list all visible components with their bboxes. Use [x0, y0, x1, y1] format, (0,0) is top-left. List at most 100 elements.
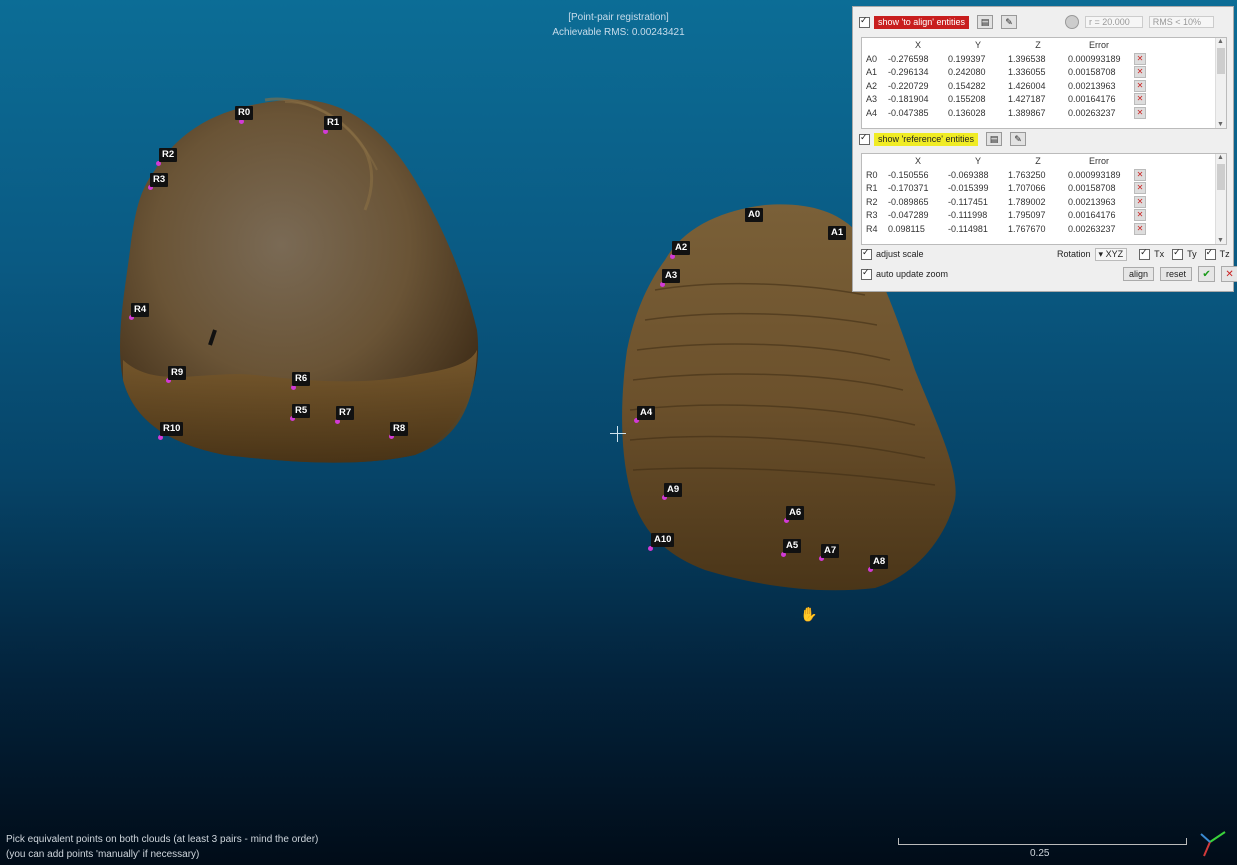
remove-point-icon[interactable]: ✕ — [1134, 168, 1146, 181]
rotation-select[interactable]: ▾ XYZ — [1094, 247, 1128, 261]
adjust-scale-checkbox[interactable] — [861, 247, 872, 260]
point-label-a9[interactable]: A9 — [664, 483, 683, 497]
cell-error: 0.00263237 — [1068, 107, 1116, 118]
cell-z: 1.396538 — [1008, 53, 1046, 64]
col-y: Y — [974, 40, 981, 50]
row-id: R2 — [866, 196, 878, 207]
point-label-r6[interactable]: R6 — [292, 372, 311, 386]
point-label-r9[interactable]: R9 — [168, 366, 187, 380]
point-label-a8[interactable]: A8 — [870, 555, 889, 569]
point-label-a1[interactable]: A1 — [828, 226, 847, 240]
point-label-a2[interactable]: A2 — [672, 241, 691, 255]
scroll-down-icon[interactable]: ▼ — [1217, 121, 1224, 128]
action-buttons: align reset ✔ ✕ — [1123, 266, 1237, 282]
table-row[interactable]: A0 -0.276598 0.199397 1.396538 0.000993189 ✕ — [862, 52, 1226, 66]
point-label-a3[interactable]: A3 — [662, 269, 681, 283]
edit-pencil-icon[interactable]: ✎ — [1010, 132, 1026, 146]
hand-cursor-icon: ✋ — [800, 606, 818, 622]
point-label-a0[interactable]: A0 — [745, 208, 764, 222]
add-cloud-icon[interactable]: ▤ — [986, 132, 1002, 146]
point-label-a6[interactable]: A6 — [786, 506, 805, 520]
table-row[interactable]: R2 -0.089865 -0.117451 1.789002 0.00213963 ✕ — [862, 195, 1226, 209]
reset-button[interactable]: reset — [1160, 267, 1193, 281]
cell-error: 0.00164176 — [1068, 94, 1116, 105]
scroll-up-icon[interactable]: ▲ — [1217, 38, 1224, 45]
cell-error: 0.000993189 — [1068, 169, 1121, 180]
table-row[interactable]: R0 -0.150556 -0.069388 1.763250 0.000993189 ✕ — [862, 168, 1226, 182]
cell-y: 0.199397 — [948, 53, 986, 64]
col-y: Y — [974, 156, 981, 166]
rotation-row: Rotation ▾ XYZ Tx Ty Tz — [1057, 247, 1230, 261]
row-id: A4 — [866, 107, 878, 118]
remove-point-icon[interactable]: ✕ — [1134, 182, 1146, 195]
table-row[interactable]: A2 -0.220729 0.154282 1.426004 0.00213963 ✕ — [862, 79, 1226, 93]
point-label-r3[interactable]: R3 — [150, 173, 169, 187]
cell-z: 1.427187 — [1008, 94, 1046, 105]
cell-x: -0.181904 — [888, 94, 929, 105]
table-row[interactable]: A1 -0.296134 0.242080 1.336055 0.00158708 ✕ — [862, 66, 1226, 80]
point-label-r10[interactable]: R10 — [160, 422, 184, 436]
point-label-a7[interactable]: A7 — [821, 544, 840, 558]
rms-filter-spinbox[interactable]: RMS < 10% — [1148, 16, 1215, 28]
crosshair-cursor-icon — [610, 426, 626, 442]
point-label-r2[interactable]: R2 — [159, 148, 178, 162]
table-row[interactable]: R4 0.098115 -0.114981 1.767670 0.00263237 ✕ — [862, 222, 1226, 236]
auto-update-zoom-label: auto update zoom — [876, 269, 949, 279]
rotation-select-value: XYZ — [1105, 248, 1124, 259]
remove-point-icon[interactable]: ✕ — [1134, 195, 1146, 208]
confirm-check-icon[interactable]: ✔ — [1198, 266, 1216, 282]
remove-point-icon[interactable]: ✕ — [1134, 106, 1146, 119]
point-label-a4[interactable]: A4 — [637, 406, 656, 420]
row-id: R4 — [866, 223, 878, 234]
point-label-r4[interactable]: R4 — [131, 303, 150, 317]
remove-point-icon[interactable]: ✕ — [1134, 52, 1146, 65]
auto-update-zoom-row: auto update zoom — [861, 267, 948, 281]
add-cloud-icon[interactable]: ▤ — [977, 15, 993, 29]
rotation-label: Rotation — [1057, 249, 1091, 259]
point-label-r0[interactable]: R0 — [235, 106, 254, 120]
table-scrollbar[interactable]: ▲ ▼ — [1215, 38, 1226, 128]
remove-point-icon[interactable]: ✕ — [1134, 93, 1146, 106]
ty-checkbox[interactable] — [1172, 247, 1184, 260]
table-row[interactable]: R3 -0.047289 -0.111998 1.795097 0.00164176 ✕ — [862, 209, 1226, 223]
row-id: R0 — [866, 169, 878, 180]
instruction-line-1: Pick equivalent points on both clouds (a… — [6, 834, 319, 845]
cell-error: 0.00213963 — [1068, 80, 1116, 91]
edit-pencil-icon[interactable]: ✎ — [1001, 15, 1017, 29]
scroll-up-icon[interactable]: ▲ — [1217, 154, 1224, 161]
row-id: A1 — [866, 67, 878, 78]
remove-point-icon[interactable]: ✕ — [1134, 222, 1146, 235]
point-label-r1[interactable]: R1 — [324, 116, 343, 130]
cell-z: 1.763250 — [1008, 169, 1046, 180]
point-label-r5[interactable]: R5 — [292, 404, 311, 418]
auto-update-zoom-checkbox[interactable] — [861, 267, 872, 280]
point-label-a5[interactable]: A5 — [783, 539, 802, 553]
col-error: Error — [1089, 156, 1109, 166]
tx-checkbox[interactable] — [1139, 247, 1151, 260]
table-row[interactable]: A4 -0.047385 0.136028 1.389867 0.00263237 ✕ — [862, 106, 1226, 120]
table-scrollbar[interactable]: ▲ ▼ — [1215, 154, 1226, 244]
table-header: X Y Z Error — [862, 38, 1226, 52]
cell-x: -0.150556 — [888, 169, 929, 180]
point-label-r8[interactable]: R8 — [390, 422, 409, 436]
cancel-close-icon[interactable]: ✕ — [1221, 266, 1237, 282]
sphere-radius-toggle[interactable] — [1065, 15, 1079, 29]
reference-points-table[interactable]: X Y Z Error R0 -0.150556 -0.069388 1.763250… — [861, 153, 1227, 245]
radius-spinbox[interactable]: r = 20.000 — [1085, 16, 1143, 28]
tz-checkbox[interactable] — [1204, 247, 1216, 260]
remove-point-icon[interactable]: ✕ — [1134, 209, 1146, 222]
align-button[interactable]: align — [1123, 267, 1155, 281]
row-id: R3 — [866, 210, 878, 221]
cell-x: -0.170371 — [888, 183, 929, 194]
point-label-a10[interactable]: A10 — [651, 533, 675, 547]
show-reference-checkbox[interactable] — [859, 132, 870, 145]
to-align-points-table[interactable]: X Y Z Error A0 -0.276598 0.199397 1.396538 0… — [861, 37, 1227, 129]
col-z: Z — [1035, 40, 1041, 50]
remove-point-icon[interactable]: ✕ — [1134, 66, 1146, 79]
table-row[interactable]: R1 -0.170371 -0.015399 1.707066 0.00158708 ✕ — [862, 182, 1226, 196]
scroll-down-icon[interactable]: ▼ — [1217, 237, 1224, 244]
table-row[interactable]: A3 -0.181904 0.155208 1.427187 0.00164176 ✕ — [862, 93, 1226, 107]
show-to-align-checkbox[interactable] — [859, 15, 870, 28]
point-label-r7[interactable]: R7 — [336, 406, 355, 420]
remove-point-icon[interactable]: ✕ — [1134, 79, 1146, 92]
